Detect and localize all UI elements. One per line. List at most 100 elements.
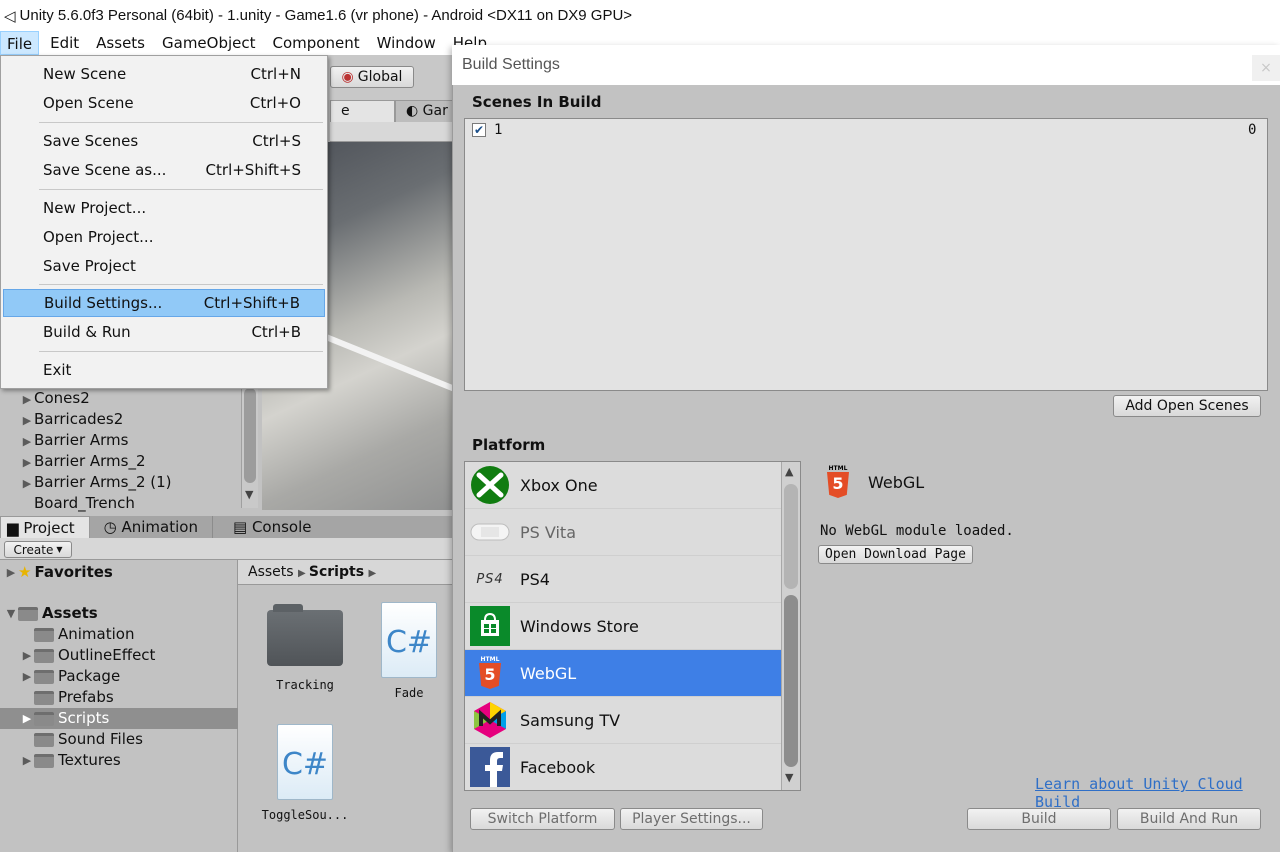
menu-item-label: New Scene (43, 65, 127, 83)
hierarchy-item[interactable]: ▶ Barrier Arms_2 (0, 451, 262, 472)
breadcrumb-current[interactable]: Scripts (309, 564, 364, 580)
folder-package[interactable]: ▶ Package (20, 666, 120, 687)
scene-row[interactable]: ✔ 1 (472, 122, 502, 138)
menu-separator (39, 351, 323, 352)
cloud-build-link[interactable]: Learn about Unity Cloud Build (1035, 775, 1280, 811)
close-button[interactable]: × (1252, 55, 1280, 81)
scroll-thumb[interactable] (784, 595, 798, 767)
ps4-logo-icon: PS4 (476, 571, 504, 587)
menu-item-new-scene[interactable]: New Scene Ctrl+N (3, 60, 325, 88)
menu-item-shortcut: Ctrl+N (250, 65, 301, 83)
menu-gameobject[interactable]: GameObject (156, 31, 262, 55)
scroll-down-icon[interactable]: ▼ (785, 771, 793, 784)
platform-label: Facebook (520, 757, 596, 777)
scroll-up-icon[interactable]: ▲ (785, 465, 793, 478)
create-label: Create (13, 542, 54, 557)
build-button[interactable]: Build (967, 808, 1111, 830)
menu-item-build-and-run[interactable]: Build & Run Ctrl+B (3, 318, 325, 346)
menu-item-label: Open Project... (43, 228, 154, 246)
platform-scrollbar[interactable]: ▲ ▼ (781, 462, 800, 790)
asset-label: ToggleSou... (261, 808, 349, 822)
open-download-page-button[interactable]: Open Download Page (818, 545, 973, 564)
tab-scene[interactable]: e (330, 100, 395, 122)
tab-console[interactable]: ▤ Console (213, 516, 326, 538)
folder-label: Sound Files (58, 730, 143, 748)
assets-node[interactable]: ▼ Assets (4, 603, 98, 624)
menu-file[interactable]: File (0, 31, 40, 55)
menu-item-label: New Project... (43, 199, 147, 217)
globe-icon: ◉ (341, 69, 354, 85)
folder-scripts[interactable]: ▶ Scripts (0, 708, 238, 729)
folder-icon (34, 690, 54, 705)
menu-item-save-scene-as[interactable]: Save Scene as... Ctrl+Shift+S (3, 156, 325, 184)
menu-item-save-project[interactable]: Save Project (3, 252, 325, 280)
platform-label: Xbox One (520, 475, 598, 495)
menu-window[interactable]: Window (371, 31, 442, 55)
menu-item-save-scenes[interactable]: Save Scenes Ctrl+S (3, 127, 325, 155)
platform-facebook[interactable]: Facebook (465, 744, 781, 790)
hierarchy-item[interactable]: ▶ Barrier Arms (0, 430, 262, 451)
menu-component[interactable]: Component (267, 31, 366, 55)
menu-edit[interactable]: Edit (44, 31, 85, 55)
hierarchy-item-label: Barrier Arms (34, 431, 129, 449)
scene-checkbox[interactable]: ✔ (472, 123, 486, 137)
folder-textures[interactable]: ▶ Textures (20, 750, 121, 771)
add-open-scenes-button[interactable]: Add Open Scenes (1113, 395, 1261, 417)
folder-label: Package (58, 667, 121, 685)
menu-assets[interactable]: Assets (90, 31, 151, 55)
asset-label: Tracking (276, 678, 334, 692)
menu-item-label: Build Settings... (44, 294, 163, 312)
switch-platform-button[interactable]: Switch Platform (470, 808, 615, 830)
menu-item-open-scene[interactable]: Open Scene Ctrl+O (3, 89, 325, 117)
menu-item-exit[interactable]: Exit (3, 356, 325, 384)
menu-item-shortcut: Ctrl+O (249, 94, 301, 112)
platform-label: PS Vita (520, 522, 577, 542)
menu-item-label: Save Scene as... (43, 161, 167, 179)
chevron-right-icon: ▶ (298, 568, 309, 579)
hierarchy-scrollbar[interactable]: ▼ (241, 388, 258, 508)
menu-item-build-settings[interactable]: Build Settings... Ctrl+Shift+B (3, 289, 325, 317)
hierarchy-item[interactable]: ▶ Barrier Arms_2 (1) (0, 472, 262, 493)
folder-icon (34, 627, 54, 642)
asset-script-fade[interactable]: C# Fade (364, 602, 454, 700)
platform-samsung-tv[interactable]: Samsung TV (465, 697, 781, 744)
platform-webgl[interactable]: HTML 5 WebGL (465, 650, 781, 697)
menu-item-label: Save Project (43, 257, 136, 275)
platform-windows-store[interactable]: Windows Store (465, 603, 781, 650)
folder-animation[interactable]: Animation (20, 624, 134, 645)
build-settings-title: Build Settings (452, 45, 1280, 85)
menu-item-new-project[interactable]: New Project... (3, 194, 325, 222)
folder-icon (34, 669, 54, 684)
file-menu-dropdown: New Scene Ctrl+N Open Scene Ctrl+O Save Sc… (0, 55, 328, 389)
hierarchy-item[interactable]: ▶ Cones2 (0, 388, 262, 409)
folder-label: Scripts (58, 709, 110, 727)
folder-icon: ▆ (7, 519, 24, 537)
player-settings-button[interactable]: Player Settings... (620, 808, 763, 830)
folder-sound-files[interactable]: Sound Files (20, 729, 143, 750)
tab-animation[interactable]: ◷ Animation (90, 516, 213, 538)
platform-ps4[interactable]: PS4 PS4 (465, 556, 781, 603)
menu-item-shortcut: Ctrl+B (251, 323, 301, 341)
tab-project[interactable]: ▆ Project (0, 516, 90, 538)
menu-item-label: Open Scene (43, 94, 134, 112)
csharp-file-icon: C# (381, 602, 437, 678)
html5-icon: HTML 5 (468, 651, 512, 695)
global-pivot-toggle[interactable]: ◉ Global (330, 66, 414, 88)
hierarchy-item-label: Cones2 (34, 389, 90, 407)
create-dropdown[interactable]: Create ▼ (4, 541, 72, 558)
build-and-run-button[interactable]: Build And Run (1117, 808, 1261, 830)
folder-icon (34, 732, 54, 747)
folder-outlineeffect[interactable]: ▶ OutlineEffect (20, 645, 156, 666)
platform-xbox-one[interactable]: Xbox One (465, 462, 781, 509)
asset-script-togglesound[interactable]: C# ToggleSou... (260, 724, 350, 822)
asset-folder-tracking[interactable]: Tracking (260, 600, 350, 692)
scenes-list[interactable] (464, 118, 1268, 391)
favorites-node[interactable]: ▶ ★ Favorites (4, 562, 113, 583)
hierarchy-item[interactable]: ▶ Barricades2 (0, 409, 262, 430)
breadcrumb-root[interactable]: Assets (248, 564, 294, 580)
hierarchy-item[interactable]: Board_Trench (0, 493, 262, 514)
folder-prefabs[interactable]: Prefabs (20, 687, 114, 708)
window-title: Unity 5.6.0f3 Personal (64bit) - 1.unity… (19, 7, 633, 24)
platform-ps-vita[interactable]: PS Vita (465, 509, 781, 556)
menu-item-open-project[interactable]: Open Project... (3, 223, 325, 251)
